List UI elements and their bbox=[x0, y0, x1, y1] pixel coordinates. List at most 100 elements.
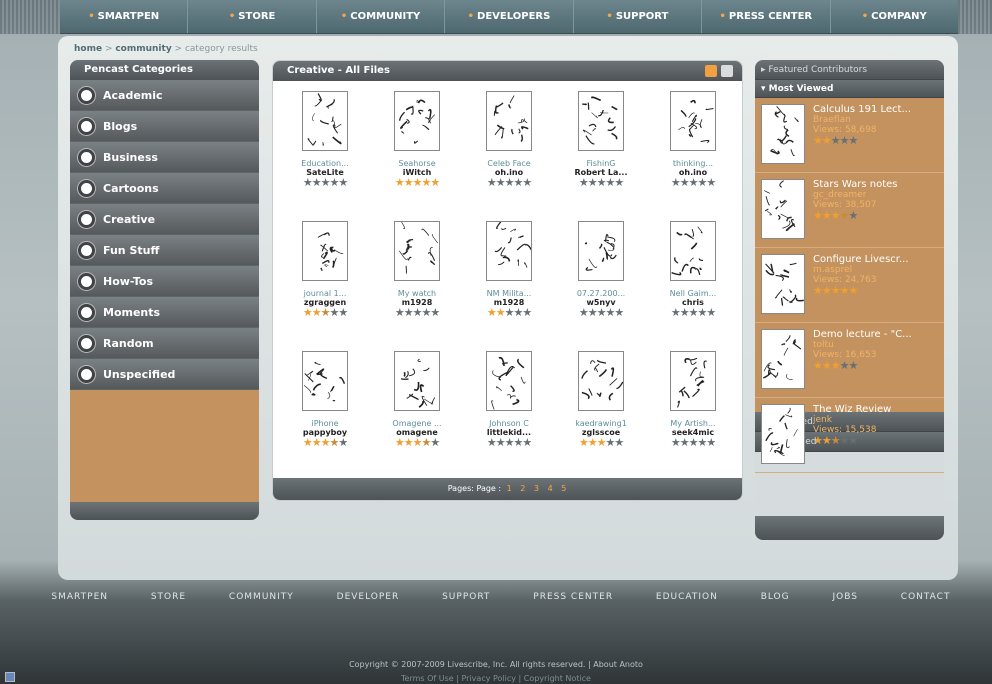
page-link-3[interactable]: 3 bbox=[534, 484, 539, 493]
list-view-icon[interactable] bbox=[721, 65, 733, 77]
most-viewed-author[interactable]: gc_dreamer bbox=[813, 190, 938, 200]
footer-link-support[interactable]: SUPPORT bbox=[442, 592, 490, 602]
nav-community[interactable]: • COMMUNITY bbox=[317, 0, 446, 33]
most-viewed-author[interactable]: Braeflan bbox=[813, 115, 938, 125]
nav-press-center[interactable]: • PRESS CENTER bbox=[702, 0, 831, 33]
category-item[interactable]: Business bbox=[70, 142, 259, 173]
file-tile[interactable]: iPhone pappyboy ★★★★★ bbox=[279, 349, 371, 479]
file-title[interactable]: Omagene ... bbox=[392, 419, 441, 428]
file-tile[interactable]: journal 1... zgraggen ★★★★★ bbox=[279, 219, 371, 349]
most-viewed-item[interactable]: Calculus 191 Lect... Braeflan Views: 58,69… bbox=[755, 98, 944, 173]
most-viewed-item[interactable]: Configure Livescr... m.asprel Views: 24,76… bbox=[755, 248, 944, 323]
page-link-5[interactable]: 5 bbox=[561, 484, 566, 493]
file-title[interactable]: iPhone bbox=[311, 419, 338, 428]
most-viewed-title[interactable]: The Wiz Review bbox=[813, 404, 938, 415]
most-viewed-author[interactable]: toltu bbox=[813, 340, 938, 350]
footer-link-press-center[interactable]: PRESS CENTER bbox=[533, 592, 613, 602]
most-viewed-tab[interactable]: ▾ Most Viewed bbox=[755, 80, 944, 98]
file-title[interactable]: My watch bbox=[398, 289, 436, 298]
file-thumbnail[interactable] bbox=[302, 221, 348, 281]
most-viewed-title[interactable]: Calculus 191 Lect... bbox=[813, 104, 938, 115]
file-tile[interactable]: kaedrawing1 zglsscoe ★★★★★ bbox=[555, 349, 647, 479]
footer-link-developer[interactable]: DEVELOPER bbox=[337, 592, 400, 602]
category-item[interactable]: Moments bbox=[70, 297, 259, 328]
file-title[interactable]: Celeb Face bbox=[487, 159, 530, 168]
most-viewed-thumbnail[interactable] bbox=[761, 179, 805, 239]
page-link-1[interactable]: 1 bbox=[507, 484, 512, 493]
most-viewed-thumbnail[interactable] bbox=[761, 329, 805, 389]
most-viewed-title[interactable]: Configure Livescr... bbox=[813, 254, 938, 265]
category-item[interactable]: Blogs bbox=[70, 111, 259, 142]
category-item[interactable]: Unspecified bbox=[70, 359, 259, 390]
category-item[interactable]: Academic bbox=[70, 80, 259, 111]
most-viewed-item[interactable]: The Wiz Review jenk Views: 15,538 ★★★★★ bbox=[755, 398, 944, 473]
footer-legal-links[interactable]: Terms Of Use | Privacy Policy | Copyrigh… bbox=[0, 674, 992, 683]
file-thumbnail[interactable] bbox=[578, 91, 624, 151]
category-item[interactable]: How-Tos bbox=[70, 266, 259, 297]
file-tile[interactable]: NM Milita... m1928 ★★★★★ bbox=[463, 219, 555, 349]
file-tile[interactable]: 07.27.200... w5nyv ★★★★★ bbox=[555, 219, 647, 349]
breadcrumb-home[interactable]: home bbox=[74, 44, 102, 54]
file-tile[interactable]: Education... SateLite ★★★★★ bbox=[279, 89, 371, 219]
most-viewed-item[interactable]: Stars Wars notes gc_dreamer Views: 38,507 ★… bbox=[755, 173, 944, 248]
breadcrumb-community[interactable]: community bbox=[115, 44, 171, 54]
most-viewed-author[interactable]: m.asprel bbox=[813, 265, 938, 275]
file-tile[interactable]: My watch m1928 ★★★★★ bbox=[371, 219, 463, 349]
file-title[interactable]: My Artish... bbox=[670, 419, 715, 428]
file-thumbnail[interactable] bbox=[670, 221, 716, 281]
file-thumbnail[interactable] bbox=[394, 91, 440, 151]
file-thumbnail[interactable] bbox=[578, 221, 624, 281]
most-viewed-author[interactable]: jenk bbox=[813, 415, 938, 425]
category-item[interactable]: Cartoons bbox=[70, 173, 259, 204]
file-tile[interactable]: Omagene ... omagene ★★★★★ bbox=[371, 349, 463, 479]
featured-contributors-tab[interactable]: ▸ Featured Contributors bbox=[755, 60, 944, 80]
category-item[interactable]: Random bbox=[70, 328, 259, 359]
most-viewed-title[interactable]: Demo lecture - "C... bbox=[813, 329, 938, 340]
file-tile[interactable]: My Artish... seek4mic ★★★★★ bbox=[647, 349, 739, 479]
file-title[interactable]: Johnson C bbox=[489, 419, 529, 428]
category-item[interactable]: Creative bbox=[70, 204, 259, 235]
file-title[interactable]: Education... bbox=[301, 159, 348, 168]
footer-link-smartpen[interactable]: SMARTPEN bbox=[51, 592, 108, 602]
file-title[interactable]: 07.27.200... bbox=[577, 289, 625, 298]
nav-company[interactable]: • COMPANY bbox=[831, 0, 958, 33]
page-link-2[interactable]: 2 bbox=[520, 484, 525, 493]
grid-view-icon[interactable] bbox=[705, 65, 717, 77]
most-viewed-thumbnail[interactable] bbox=[761, 404, 805, 464]
file-title[interactable]: thinking... bbox=[673, 159, 713, 168]
file-title[interactable]: kaedrawing1 bbox=[575, 419, 627, 428]
most-viewed-item[interactable]: Demo lecture - "C... toltu Views: 16,653 ★★… bbox=[755, 323, 944, 398]
file-thumbnail[interactable] bbox=[670, 351, 716, 411]
file-title[interactable]: FishinG bbox=[587, 159, 616, 168]
category-item[interactable]: Fun Stuff bbox=[70, 235, 259, 266]
most-viewed-title[interactable]: Stars Wars notes bbox=[813, 179, 938, 190]
file-thumbnail[interactable] bbox=[578, 351, 624, 411]
footer-link-store[interactable]: STORE bbox=[151, 592, 186, 602]
file-tile[interactable]: Celeb Face oh.ino ★★★★★ bbox=[463, 89, 555, 219]
file-thumbnail[interactable] bbox=[302, 351, 348, 411]
file-title[interactable]: Seahorse bbox=[398, 159, 435, 168]
file-thumbnail[interactable] bbox=[486, 351, 532, 411]
file-tile[interactable]: thinking... oh.ino ★★★★★ bbox=[647, 89, 739, 219]
footer-link-blog[interactable]: BLOG bbox=[761, 592, 790, 602]
file-thumbnail[interactable] bbox=[394, 351, 440, 411]
nav-developers[interactable]: • DEVELOPERS bbox=[445, 0, 574, 33]
file-tile[interactable]: Seahorse iWitch ★★★★★ bbox=[371, 89, 463, 219]
file-tile[interactable]: FishinG Robert La... ★★★★★ bbox=[555, 89, 647, 219]
nav-smartpen[interactable]: • SMARTPEN bbox=[60, 0, 189, 33]
file-thumbnail[interactable] bbox=[486, 221, 532, 281]
file-thumbnail[interactable] bbox=[486, 91, 532, 151]
footer-link-community[interactable]: COMMUNITY bbox=[229, 592, 294, 602]
footer-link-jobs[interactable]: JOBS bbox=[832, 592, 857, 602]
most-viewed-thumbnail[interactable] bbox=[761, 104, 805, 164]
file-tile[interactable]: Nell Gaim... chris ★★★★★ bbox=[647, 219, 739, 349]
file-title[interactable]: NM Milita... bbox=[487, 289, 532, 298]
file-thumbnail[interactable] bbox=[302, 91, 348, 151]
most-viewed-thumbnail[interactable] bbox=[761, 254, 805, 314]
footer-link-education[interactable]: EDUCATION bbox=[656, 592, 718, 602]
nav-store[interactable]: • STORE bbox=[188, 0, 317, 33]
footer-link-contact[interactable]: CONTACT bbox=[901, 592, 951, 602]
page-link-4[interactable]: 4 bbox=[548, 484, 553, 493]
file-title[interactable]: Nell Gaim... bbox=[670, 289, 717, 298]
file-thumbnail[interactable] bbox=[670, 91, 716, 151]
